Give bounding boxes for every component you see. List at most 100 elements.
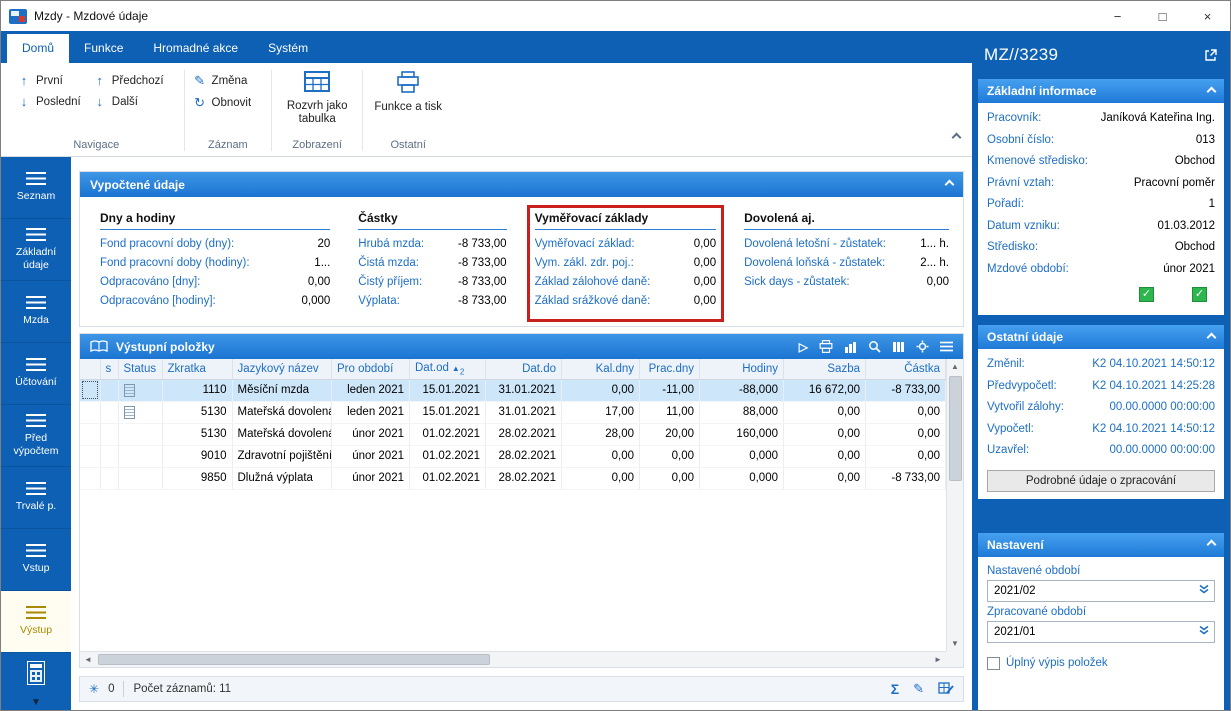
column-header-jazykovy-nazev[interactable]: Jazykový název	[232, 359, 332, 380]
table-icon	[304, 71, 331, 96]
next-button[interactable]: ↓ Další	[93, 94, 164, 109]
info-row: Mzdové období: únor 2021	[987, 262, 1215, 275]
set-period-dropdown[interactable]: 2021/02	[987, 579, 1215, 602]
sidebar-item[interactable]: Účtování	[1, 343, 71, 405]
open-in-window-icon[interactable]	[1204, 48, 1218, 62]
ribbon-tab[interactable]: Hromadné akce	[138, 34, 253, 63]
column-header-selector[interactable]	[80, 359, 101, 380]
collapse-panel-chevron-icon[interactable]	[944, 179, 955, 190]
minimize-button[interactable]: −	[1095, 1, 1140, 31]
collapse-section-chevron-icon[interactable]	[1206, 332, 1217, 342]
cell-hodiny: -88,000	[699, 379, 784, 402]
table-row[interactable]: 5130 Mateřská dovolená leden 2021 15.01.…	[80, 401, 946, 424]
column-header-dat-od[interactable]: Dat.od ▲2	[409, 359, 486, 380]
column-header-dat-do[interactable]: Dat.do	[485, 359, 562, 380]
checkbox-checked-icon[interactable]: ✓	[1192, 286, 1207, 302]
column-header-hodiny[interactable]: Hodiny	[699, 359, 784, 380]
table-row[interactable]: 9850 Dlužná výplata únor 2021 01.02.2021…	[80, 467, 946, 490]
row-selector-cell[interactable]	[80, 423, 101, 446]
cell-prac-dny: 11,00	[639, 401, 700, 424]
close-button[interactable]: ×	[1185, 1, 1230, 31]
change-button[interactable]: ✎ Změna	[193, 73, 252, 89]
sidebar-overflow-chevron-icon[interactable]: ▼	[1, 697, 71, 710]
sidebar-item[interactable]: Základní údaje	[1, 219, 71, 281]
status-bar: ✳ 0 Počet záznamů: 11 Σ ✎	[79, 676, 964, 702]
row-selector-cell[interactable]	[80, 401, 101, 424]
processed-period-label: Zpracované období	[987, 605, 1087, 618]
list-icon	[26, 414, 46, 428]
ribbon-tab[interactable]: Domů	[7, 34, 70, 63]
sidebar-item[interactable]: Seznam	[1, 157, 71, 219]
functions-and-print-label: Funkce a tisk	[374, 101, 443, 114]
collapse-section-chevron-icon[interactable]	[1206, 539, 1217, 550]
vertical-scroll-thumb[interactable]	[948, 376, 962, 481]
value-row: Dovolená loňská - zůstatek: 2... h.	[744, 257, 949, 269]
chart-icon[interactable]	[844, 341, 857, 353]
menu-icon[interactable]	[940, 341, 953, 352]
columns-icon[interactable]	[892, 341, 905, 353]
collapse-ribbon-chevron-icon[interactable]	[951, 128, 962, 146]
processed-period-dropdown[interactable]: 2021/01	[987, 620, 1215, 643]
column-header-prac-dny[interactable]: Prac.dny	[639, 359, 700, 380]
processing-details-button[interactable]: Podrobné údaje o zpracování	[987, 469, 1215, 492]
cell-zkratka: 5130	[162, 423, 233, 446]
row-selector-cell[interactable]	[80, 445, 101, 468]
vertical-scrollbar[interactable]: ▲ ▼	[946, 359, 963, 651]
cell-pro-obdobi: únor 2021	[331, 423, 410, 446]
scroll-up-button[interactable]: ▲	[947, 359, 963, 374]
column-header-kal-dny[interactable]: Kal.dny	[561, 359, 640, 380]
edit-columns-icon[interactable]	[938, 681, 954, 698]
print-icon[interactable]	[819, 340, 833, 353]
scroll-left-button[interactable]: ◄	[80, 652, 96, 667]
ribbon-tab[interactable]: Funkce	[69, 34, 138, 63]
basic-info-section: Základní informace Pracovník: Janíková K…	[978, 79, 1224, 315]
checkbox-unchecked-icon[interactable]	[987, 656, 1000, 670]
scrollbar-corner	[946, 651, 963, 667]
sidebar-item[interactable]: Trvalé p.	[1, 467, 71, 529]
maximize-button[interactable]: □	[1140, 1, 1185, 31]
checkbox-checked-icon[interactable]: ✓	[1139, 286, 1154, 302]
table-row[interactable]: 5130 Mateřská dovolená únor 2021 01.02.2…	[80, 423, 946, 446]
gear-icon[interactable]	[916, 340, 929, 353]
play-icon[interactable]: ▷	[799, 340, 808, 354]
first-button[interactable]: ↑ První	[17, 73, 81, 88]
previous-button[interactable]: ↑ Předchozí	[93, 73, 164, 88]
functions-and-print-button[interactable]: Funkce a tisk	[371, 65, 445, 138]
column-header-castka[interactable]: Částka	[865, 359, 946, 380]
layout-as-table-button[interactable]: Rozvrh jako tabulka	[280, 65, 354, 138]
sidebar-item[interactable]: Vstup	[1, 529, 71, 591]
collapse-section-chevron-icon[interactable]	[1206, 86, 1217, 96]
asterisk-icon: ✳	[89, 682, 100, 696]
scroll-down-button[interactable]: ▼	[947, 636, 963, 651]
sidebar-item[interactable]: Mzda	[1, 281, 71, 343]
column-header-status[interactable]: Status	[118, 359, 163, 380]
sidebar-item-calculator[interactable]	[1, 653, 71, 693]
cell-castka: 0,00	[865, 401, 946, 424]
search-icon[interactable]	[868, 340, 881, 353]
info-row: Vytvořil zálohy: 00.00.0000 00:00:00	[987, 401, 1215, 413]
table-row[interactable]: 9010 Zdravotní pojištění únor 2021 01.02…	[80, 445, 946, 468]
refresh-button[interactable]: ↻ Obnovit	[193, 95, 251, 111]
table-row[interactable]: 1110 Měsíční mzda leden 2021 15.01.2021 …	[80, 379, 946, 402]
sidebar-item[interactable]: Před výpočtem	[1, 405, 71, 467]
sidebar-item[interactable]: Výstup	[1, 591, 71, 653]
other-info-section: Ostatní údaje Změnil: K2 04.10.2021 14:5…	[978, 325, 1224, 499]
horizontal-scrollbar[interactable]: ◄ ►	[80, 651, 946, 667]
edit-icon[interactable]: ✎	[913, 681, 924, 697]
ribbon-tab[interactable]: Systém	[253, 34, 323, 63]
row-selector-cell[interactable]	[80, 379, 101, 402]
sort-order-badge: 2	[459, 366, 465, 376]
calculator-icon	[27, 661, 45, 685]
sum-icon[interactable]: Σ	[891, 681, 899, 697]
value-row: Čistý příjem: -8 733,00	[358, 276, 507, 288]
column-header-zkratka[interactable]: Zkratka	[162, 359, 233, 380]
last-button[interactable]: ↓ Poslední	[17, 94, 81, 109]
column-header-sazba[interactable]: Sazba	[783, 359, 866, 380]
full-listing-checkbox-row[interactable]: Úplný výpis položek	[987, 656, 1215, 670]
column-header-s[interactable]: s	[100, 359, 119, 380]
horizontal-scroll-thumb[interactable]	[98, 654, 490, 665]
titlebar: Mzdy - Mzdové údaje − □ ×	[1, 1, 1230, 31]
column-header-pro-obdobi[interactable]: Pro období	[331, 359, 410, 380]
scroll-right-button[interactable]: ►	[930, 652, 946, 667]
row-selector-cell[interactable]	[80, 467, 101, 490]
